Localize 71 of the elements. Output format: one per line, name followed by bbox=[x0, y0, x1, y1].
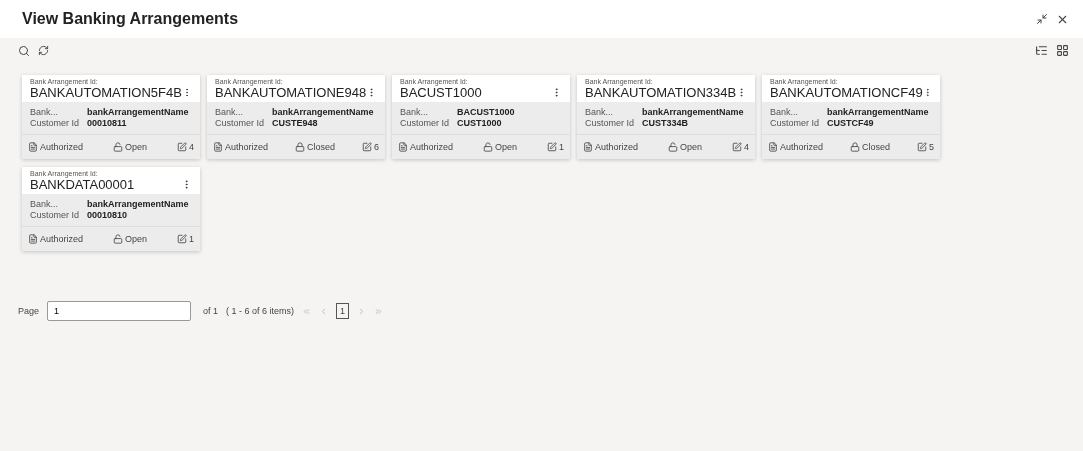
document-icon bbox=[28, 234, 38, 244]
field-value: CUST334B bbox=[642, 118, 689, 129]
edit-count: 4 bbox=[743, 142, 749, 152]
field-value: bankArrangementName bbox=[87, 199, 190, 210]
lock-status: Open bbox=[125, 234, 147, 244]
grid-view-icon[interactable] bbox=[1056, 44, 1069, 57]
current-page[interactable]: 1 bbox=[336, 303, 350, 319]
field-label: Customer Id bbox=[30, 118, 81, 129]
edit-count: 6 bbox=[374, 142, 379, 152]
field-value: bankArrangementName bbox=[272, 107, 375, 118]
document-icon bbox=[398, 142, 408, 152]
edit-count: 1 bbox=[558, 142, 564, 152]
arrangement-id: BACUST1000 bbox=[400, 85, 482, 100]
edit-count: 4 bbox=[188, 142, 194, 152]
collapse-icon[interactable] bbox=[1036, 13, 1048, 25]
lock-status: Open bbox=[680, 142, 702, 152]
edit-icon bbox=[176, 234, 187, 244]
status-text: Authorized bbox=[40, 234, 84, 244]
field-label: Customer Id bbox=[770, 118, 821, 129]
edit-icon bbox=[362, 142, 372, 152]
field-label: Bank... bbox=[30, 199, 59, 210]
field-value: BACUST1000 bbox=[457, 107, 516, 118]
field-label: Customer Id bbox=[30, 210, 81, 221]
document-icon bbox=[768, 142, 778, 152]
field-label: Bank... bbox=[215, 107, 244, 118]
document-icon bbox=[213, 142, 223, 152]
edit-count: 5 bbox=[929, 142, 934, 152]
page-label: Page bbox=[18, 306, 40, 316]
status-text: Authorized bbox=[780, 142, 824, 152]
field-label: Customer Id bbox=[400, 118, 451, 129]
status-text: Authorized bbox=[40, 142, 84, 152]
field-value: 00010811 bbox=[87, 118, 128, 129]
page-field[interactable]: 1 bbox=[47, 301, 192, 321]
refresh-icon[interactable] bbox=[38, 45, 49, 56]
arrangement-id: BANKAUTOMATIONE948 bbox=[215, 85, 367, 100]
lock-status: Open bbox=[495, 142, 517, 152]
arrangement-id: BANKAUTOMATION5F4B bbox=[30, 85, 182, 100]
field-value: bankArrangementName bbox=[642, 107, 745, 118]
field-label: Bank... bbox=[30, 107, 59, 118]
status-text: Authorized bbox=[595, 142, 639, 152]
list-view-icon[interactable] bbox=[1035, 44, 1048, 57]
status-text: Authorized bbox=[225, 142, 269, 152]
edit-icon bbox=[546, 142, 557, 152]
field-label: Customer Id bbox=[215, 118, 266, 129]
lock-status: Closed bbox=[307, 142, 335, 152]
lock-status: Open bbox=[125, 142, 147, 152]
field-value: CUSTE948 bbox=[272, 118, 319, 129]
items-range: ( 1 - 6 of 6 items) bbox=[226, 306, 295, 316]
window-title: View Banking Arrangements bbox=[22, 10, 239, 28]
page-count: of 1 bbox=[203, 306, 219, 316]
field-value: CUST1000 bbox=[457, 118, 503, 129]
document-icon bbox=[583, 142, 593, 152]
edit-icon bbox=[176, 142, 187, 152]
document-icon bbox=[28, 142, 38, 152]
field-label: Customer Id bbox=[585, 118, 636, 129]
field-value: bankArrangementName bbox=[87, 107, 190, 118]
field-label: Bank... bbox=[400, 107, 429, 118]
search-icon[interactable] bbox=[18, 44, 30, 57]
field-label: Bank... bbox=[585, 107, 614, 118]
edit-count: 1 bbox=[188, 234, 194, 244]
lock-status: Closed bbox=[862, 142, 890, 152]
field-value: bankArrangementName bbox=[827, 107, 930, 118]
field-value: CUSTCF49 bbox=[827, 118, 875, 129]
arrangement-id: BANKAUTOMATIONCF49 bbox=[770, 85, 923, 100]
arrangement-id: BANKDATA00001 bbox=[30, 177, 135, 192]
edit-icon bbox=[731, 142, 742, 152]
field-label: Bank... bbox=[770, 107, 799, 118]
arrangement-id: BANKAUTOMATION334B bbox=[585, 85, 737, 100]
field-value: 00010810 bbox=[87, 210, 129, 221]
status-text: Authorized bbox=[410, 142, 454, 152]
edit-icon bbox=[917, 142, 927, 152]
